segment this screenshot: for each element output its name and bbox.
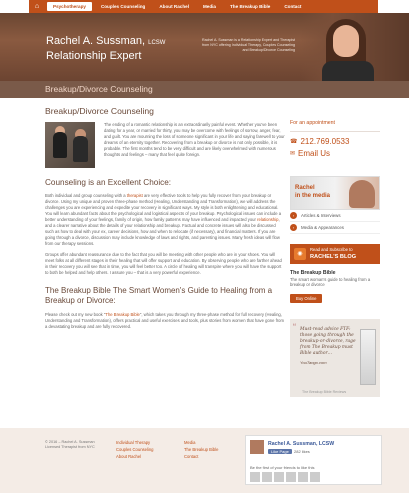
arrow-right-icon: › bbox=[290, 212, 297, 219]
footer-links-2: Media The Breakup Bible Contact bbox=[184, 439, 218, 460]
credential: LCSW bbox=[148, 40, 166, 46]
sidebar: For an appointment ☎ 212.769.0533 ✉ Email … bbox=[290, 106, 380, 397]
breakup-bible-paragraph: Please check out my new book "The Breaku… bbox=[45, 312, 284, 329]
section-heading-breakup-bible: The Breakup Bible The Smart Women's Guid… bbox=[45, 286, 273, 305]
footer-links-1: Individual Therapy Couples Counseling Ab… bbox=[116, 439, 153, 460]
facebook-first-friends: Be the first of your friends to like thi… bbox=[250, 465, 315, 470]
site-tagline: Relationship Expert bbox=[46, 50, 142, 62]
header-portrait bbox=[300, 13, 409, 81]
arrow-right-icon: › bbox=[290, 224, 297, 231]
facebook-faces bbox=[250, 472, 320, 482]
footer-link-contact[interactable]: Contact bbox=[184, 453, 218, 460]
rss-icon: ◉ bbox=[294, 248, 306, 260]
review-source: YouTango.com bbox=[300, 360, 327, 365]
phone-icon: ☎ bbox=[290, 139, 298, 145]
page-title: Breakup/Divorce Counseling bbox=[45, 106, 154, 116]
footer-link-media[interactable]: Media bbox=[184, 439, 218, 446]
rachel-in-media-banner[interactable]: Rachel in the media bbox=[290, 176, 380, 210]
banner-title: Breakup/Divorce Counseling bbox=[45, 84, 153, 94]
section-heading-counseling: Counseling is an Excellent Choice: bbox=[45, 178, 172, 187]
media-appearances-link[interactable]: › Media & Appearances bbox=[290, 222, 380, 234]
review-quote: Must-read advice FTF: those going throug… bbox=[300, 327, 356, 356]
nav-media[interactable]: Media bbox=[196, 0, 223, 13]
site-name-text: Rachel A. Sussman, bbox=[46, 35, 146, 47]
counseling-paragraph-2: Groups offer abundant reassurance due to… bbox=[45, 252, 282, 275]
facebook-page-name[interactable]: Rachel A. Sussman, LCSW bbox=[268, 441, 334, 447]
nav-breakup-bible[interactable]: The Breakup Bible bbox=[223, 0, 277, 13]
avatar bbox=[250, 440, 264, 454]
phone-number[interactable]: ☎ 212.769.0533 bbox=[290, 137, 380, 146]
site-name[interactable]: Rachel A. Sussman, LCSW bbox=[46, 35, 165, 47]
review-quote-box: “ Must-read advice FTF: those going thro… bbox=[290, 319, 380, 397]
footer-link-breakup-bible[interactable]: The Breakup Bible bbox=[184, 446, 218, 453]
facebook-like-count: 282 likes bbox=[294, 449, 310, 454]
articles-interviews-link[interactable]: › Articles & Interviews bbox=[290, 210, 380, 222]
intro-section: The ending of a romantic relationship is… bbox=[45, 122, 285, 168]
facebook-widget: Rachel A. Sussman, LCSW Like Page 282 li… bbox=[245, 435, 382, 485]
header-blurb: Rachel A. Sussman is a Relationship Expe… bbox=[201, 38, 295, 52]
home-icon[interactable]: ⌂ bbox=[29, 0, 45, 13]
counseling-paragraph-1: Both individual and group counseling wit… bbox=[45, 193, 282, 246]
footer-link-couples-counseling[interactable]: Couples Counseling bbox=[116, 446, 153, 453]
nav-couples-counseling[interactable]: Couples Counseling bbox=[94, 0, 152, 13]
nav-psychotherapy[interactable]: Psychotherapy bbox=[47, 2, 92, 11]
reviews-caption: The Breakup Bible Reviews bbox=[302, 390, 347, 394]
site-header: Rachel A. Sussman, LCSW Relationship Exp… bbox=[0, 13, 409, 81]
footer-link-about-rachel[interactable]: About Rachel bbox=[116, 453, 153, 460]
therapist-link[interactable]: therapist bbox=[127, 193, 143, 198]
email-link[interactable]: ✉ Email Us bbox=[290, 149, 380, 158]
blog-subscribe-banner[interactable]: ◉ Read and Subscribe to RACHEL'S BLOG bbox=[290, 244, 380, 264]
site-footer: © 2016 – Rachel A. Sussman Licensed Thera… bbox=[0, 428, 409, 493]
book-subtitle: The smart woman's guide to healing from … bbox=[290, 277, 371, 287]
mail-icon: ✉ bbox=[290, 151, 296, 157]
buy-online-button[interactable]: Buy Online bbox=[290, 294, 323, 303]
book-cover-image bbox=[360, 329, 376, 385]
top-navigation: ⌂ Psychotherapy Couples Counseling About… bbox=[29, 0, 378, 13]
rachel-photo bbox=[349, 180, 375, 208]
copyright: © 2016 – Rachel A. Sussman Licensed Thera… bbox=[45, 440, 95, 449]
footer-link-individual-therapy[interactable]: Individual Therapy bbox=[116, 439, 153, 446]
appointment-label: For an appointment bbox=[290, 120, 335, 126]
intro-paragraph: The ending of a romantic relationship is… bbox=[104, 122, 285, 157]
nav-contact[interactable]: Contact bbox=[277, 0, 308, 13]
page-banner: Breakup/Divorce Counseling bbox=[0, 81, 409, 98]
counseling-photo bbox=[45, 122, 95, 168]
book-title: The Breakup Bible bbox=[290, 270, 336, 276]
nav-about-rachel[interactable]: About Rachel bbox=[152, 0, 196, 13]
relationship-link[interactable]: relationship bbox=[257, 217, 278, 222]
facebook-like-button[interactable]: Like Page bbox=[268, 449, 292, 454]
main-content: Breakup/Divorce Counseling The ending of… bbox=[45, 106, 285, 330]
quote-icon: “ bbox=[293, 322, 296, 332]
breakup-bible-link[interactable]: The Breakup Bible bbox=[105, 312, 139, 317]
